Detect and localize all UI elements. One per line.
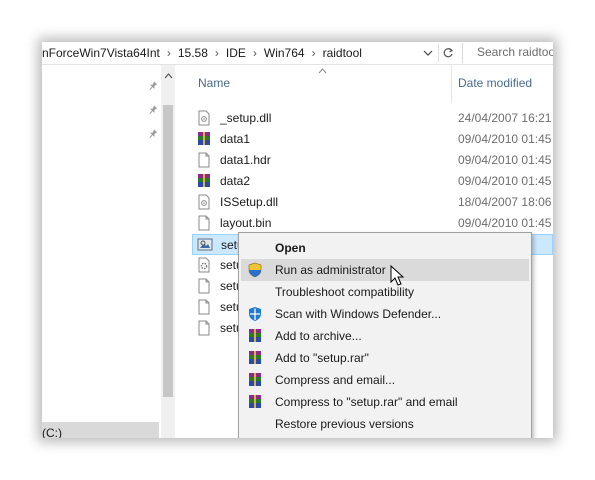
- breadcrumb-item[interactable]: 15.58: [178, 46, 208, 60]
- scroll-up-chevron-icon[interactable]: [161, 69, 175, 83]
- file-date: 09/04/2010 01:45: [458, 153, 552, 167]
- menu-item-label: Add to archive...: [275, 329, 362, 343]
- menu-item-label: Open: [275, 241, 306, 255]
- sort-ascending-chevron-icon: [318, 66, 327, 77]
- menu-item-restore-previous-versions[interactable]: Restore previous versions: [241, 413, 529, 435]
- dll-file-icon: [196, 194, 212, 210]
- file-date: 24/04/2007 16:21: [458, 111, 552, 125]
- winrar-icon: [247, 328, 263, 344]
- pin-icon[interactable]: [147, 80, 159, 92]
- winrar-archive-icon: [196, 173, 212, 189]
- column-header-row: Name Date modified: [178, 65, 553, 103]
- file-row[interactable]: data2 09/04/2010 01:45: [192, 171, 553, 192]
- menu-item-troubleshoot-compatibility[interactable]: Troubleshoot compatibility: [241, 281, 529, 303]
- file-date: 09/04/2010 01:45: [458, 216, 552, 230]
- nav-pane-scrollbar[interactable]: [161, 65, 175, 438]
- settings-file-icon: [196, 257, 212, 273]
- menu-item-scan-windows-defender[interactable]: Scan with Windows Defender...: [241, 303, 529, 325]
- file-row[interactable]: layout.bin 09/04/2010 01:45: [192, 213, 553, 234]
- file-name: data2: [220, 174, 251, 188]
- dll-file-icon: [196, 110, 212, 126]
- pin-icon[interactable]: [147, 128, 159, 140]
- scrollbar-thumb[interactable]: [163, 105, 173, 397]
- file-name: data1: [220, 132, 251, 146]
- menu-item-label: Scan with Windows Defender...: [275, 307, 442, 321]
- context-menu: Open Run as administrator Troubleshoot c…: [238, 232, 532, 438]
- menu-item-open[interactable]: Open: [241, 237, 529, 259]
- menu-item-compress-and-email[interactable]: Compress and email...: [241, 369, 529, 391]
- column-header-date-modified[interactable]: Date modified: [458, 76, 532, 90]
- breadcrumb-separator-icon[interactable]: ›: [305, 46, 323, 60]
- address-bar: nForceWin7Vista64Int › 15.58 › IDE › Win…: [42, 42, 553, 65]
- winrar-icon: [247, 394, 263, 410]
- breadcrumb-separator-icon[interactable]: ›: [160, 46, 178, 60]
- file-row[interactable]: ISSetup.dll 18/04/2007 18:06: [192, 192, 553, 213]
- menu-item-run-as-administrator[interactable]: Run as administrator: [241, 259, 529, 281]
- breadcrumb-item[interactable]: IDE: [226, 46, 246, 60]
- menu-item-compress-to-setup-rar-and-email[interactable]: Compress to "setup.rar" and email: [241, 391, 529, 413]
- menu-item-add-to-setup-rar[interactable]: Add to "setup.rar": [241, 347, 529, 369]
- menu-item-label: Add to "setup.rar": [275, 351, 369, 365]
- blank-file-icon: [196, 152, 212, 168]
- file-row[interactable]: _setup.dll 24/04/2007 16:21: [192, 108, 553, 129]
- menu-item-label: Compress and email...: [275, 373, 396, 387]
- blank-file-icon: [196, 278, 212, 294]
- file-name: ISSetup.dll: [220, 195, 279, 209]
- refresh-icon[interactable]: [438, 44, 457, 62]
- search-input[interactable]: [463, 43, 553, 61]
- explorer-window: nForceWin7Vista64Int › 15.58 › IDE › Win…: [42, 42, 553, 438]
- blank-file-icon: [196, 215, 212, 231]
- address-history-chevron-down-icon[interactable]: [420, 42, 436, 64]
- file-name: layout.bin: [220, 216, 272, 230]
- menu-item-label: Run as administrator: [275, 263, 386, 277]
- blank-file-icon: [196, 320, 212, 336]
- breadcrumb-item[interactable]: nForceWin7Vista64Int: [42, 46, 160, 60]
- navigation-pane: (C:): [42, 65, 159, 438]
- nav-item-drive-c[interactable]: (C:): [42, 422, 159, 438]
- breadcrumb-separator-icon[interactable]: ›: [208, 46, 226, 60]
- file-name: data1.hdr: [220, 153, 271, 167]
- menu-item-label: Compress to "setup.rar" and email: [275, 395, 458, 409]
- search-field[interactable]: [462, 43, 553, 63]
- winrar-icon: [247, 350, 263, 366]
- windows-defender-icon: [247, 306, 263, 322]
- mouse-pointer-icon: [390, 264, 406, 287]
- winrar-archive-icon: [196, 131, 212, 147]
- file-row[interactable]: data1.hdr 09/04/2010 01:45: [192, 150, 553, 171]
- file-row[interactable]: data1 09/04/2010 01:45: [192, 129, 553, 150]
- file-date: 09/04/2010 01:45: [458, 132, 552, 146]
- column-divider[interactable]: [451, 65, 452, 103]
- column-header-name[interactable]: Name: [198, 76, 230, 90]
- menu-item-label: Restore previous versions: [275, 417, 414, 431]
- breadcrumb-item[interactable]: Win764: [264, 46, 305, 60]
- file-date: 09/04/2010 01:45: [458, 174, 552, 188]
- winrar-icon: [247, 372, 263, 388]
- blank-file-icon: [196, 299, 212, 315]
- menu-item-add-to-archive[interactable]: Add to archive...: [241, 325, 529, 347]
- breadcrumb: nForceWin7Vista64Int › 15.58 › IDE › Win…: [42, 42, 434, 64]
- pin-icon[interactable]: [147, 104, 159, 116]
- setup-exe-icon: [197, 237, 213, 253]
- file-date: 18/04/2007 18:06: [458, 195, 552, 209]
- breadcrumb-separator-icon[interactable]: ›: [246, 46, 264, 60]
- menu-item-label: Troubleshoot compatibility: [275, 285, 414, 299]
- breadcrumb-item[interactable]: raidtool: [323, 46, 362, 60]
- file-name: _setup.dll: [220, 111, 272, 125]
- uac-shield-icon: [247, 262, 263, 278]
